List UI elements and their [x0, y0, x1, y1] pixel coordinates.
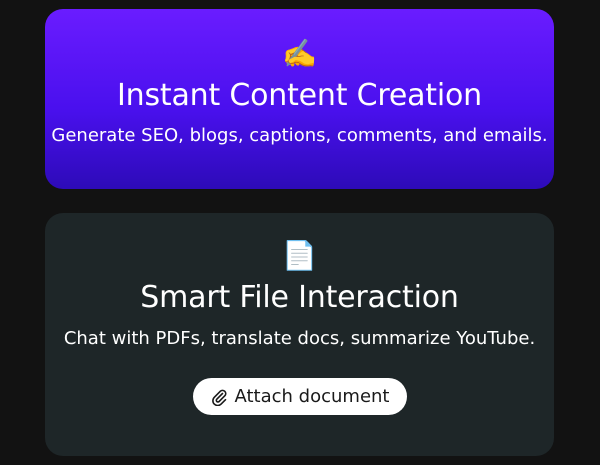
content-creation-card[interactable]: ✍️ Instant Content Creation Generate SEO…: [45, 9, 554, 189]
attach-document-button[interactable]: Attach document: [193, 378, 407, 415]
attach-document-label: Attach document: [234, 386, 390, 407]
file-interaction-card[interactable]: 📄 Smart File Interaction Chat with PDFs,…: [45, 213, 554, 456]
card-title: Instant Content Creation: [117, 78, 482, 113]
card-description: Chat with PDFs, translate docs, summariz…: [63, 328, 536, 349]
page-document-icon: 📄: [282, 239, 317, 272]
card-title: Smart File Interaction: [140, 280, 459, 315]
paperclip-icon: [211, 388, 227, 406]
page: ✍️ Instant Content Creation Generate SEO…: [0, 0, 600, 465]
card-description: Generate SEO, blogs, captions, comments,…: [51, 125, 548, 146]
writing-hand-icon: ✍️: [282, 37, 317, 70]
